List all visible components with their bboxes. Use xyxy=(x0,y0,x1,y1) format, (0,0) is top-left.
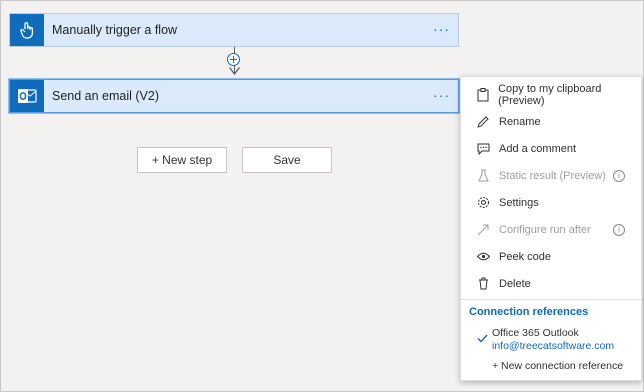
menu-item-copy-to-clipboard[interactable]: Copy to my clipboard (Preview) xyxy=(461,81,641,108)
menu-item-add-comment[interactable]: Add a comment xyxy=(461,135,641,162)
menu-divider xyxy=(461,299,641,300)
outlook-icon xyxy=(10,80,44,112)
menu-item-label: Add a comment xyxy=(499,142,577,155)
clipboard-icon xyxy=(476,87,489,102)
menu-item-delete[interactable]: Delete xyxy=(461,270,641,297)
trash-icon xyxy=(476,277,490,291)
arrow-down-icon xyxy=(229,67,240,75)
menu-item-label: Delete xyxy=(499,277,531,290)
trigger-more-button[interactable]: ··· xyxy=(433,14,450,46)
menu-item-configure-run-after: Configure run after i xyxy=(461,216,641,243)
insert-step-plus-icon[interactable] xyxy=(227,53,240,66)
arrow-icon xyxy=(476,223,490,237)
touch-hand-icon xyxy=(10,14,44,46)
info-icon[interactable]: i xyxy=(613,170,625,182)
connection-references-title: Connection references xyxy=(469,306,589,318)
action-context-menu: Copy to my clipboard (Preview) Rename Ad… xyxy=(460,76,642,381)
action-title: Send an email (V2) xyxy=(52,89,160,103)
menu-item-label: Copy to my clipboard (Preview) xyxy=(498,82,602,107)
action-more-button[interactable]: ··· xyxy=(433,80,450,112)
comment-icon xyxy=(476,142,490,156)
trigger-card[interactable]: Manually trigger a flow ··· xyxy=(9,13,459,47)
menu-item-label: Configure run after xyxy=(499,223,591,236)
info-icon[interactable]: i xyxy=(613,224,625,236)
connection-name[interactable]: Office 365 Outlook xyxy=(492,327,579,339)
gear-icon xyxy=(476,196,490,210)
save-button[interactable]: Save xyxy=(242,147,332,173)
menu-item-settings[interactable]: Settings xyxy=(461,189,641,216)
menu-item-rename[interactable]: Rename xyxy=(461,108,641,135)
new-step-button[interactable]: + New step xyxy=(137,147,227,173)
pencil-icon xyxy=(476,115,490,129)
menu-item-static-result: Static result (Preview) i xyxy=(461,162,641,189)
action-card[interactable]: Send an email (V2) ··· xyxy=(9,79,459,113)
checkmark-icon xyxy=(477,334,488,343)
flow-canvas: Manually trigger a flow ··· Send an emai… xyxy=(0,0,644,392)
trigger-title: Manually trigger a flow xyxy=(52,23,178,37)
menu-item-peek-code[interactable]: Peek code xyxy=(461,243,641,270)
new-connection-reference-button[interactable]: + New connection reference xyxy=(492,360,623,372)
connection-account[interactable]: info@treecatsoftware.com xyxy=(492,340,614,352)
menu-item-label: Settings xyxy=(499,196,539,209)
flask-icon xyxy=(476,169,490,183)
menu-item-label: Static result (Preview) xyxy=(499,169,606,182)
menu-item-label: Rename xyxy=(499,115,541,128)
eye-icon xyxy=(476,250,490,264)
menu-item-label: Peek code xyxy=(499,250,551,263)
